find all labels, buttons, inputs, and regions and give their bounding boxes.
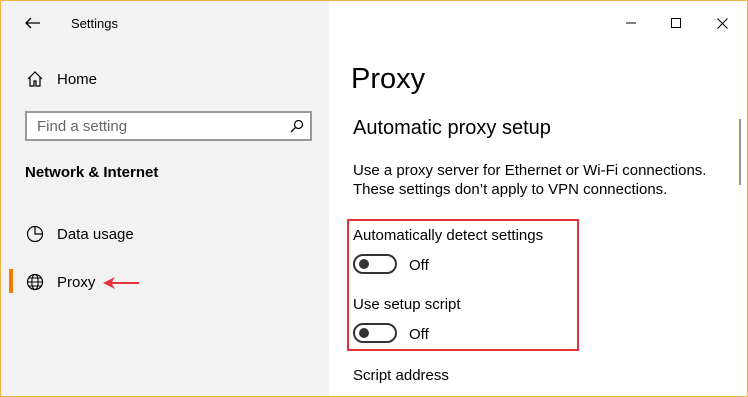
page-title: Proxy bbox=[351, 63, 426, 95]
sidebar-item-data-usage[interactable]: Data usage bbox=[1, 214, 329, 254]
annotation-arrow-icon bbox=[103, 277, 139, 289]
home-icon bbox=[25, 69, 45, 89]
main-panel: Proxy Automatic proxy setup Use a proxy … bbox=[329, 1, 747, 396]
setup-script-state: Off bbox=[409, 326, 429, 343]
close-button[interactable] bbox=[702, 9, 742, 37]
pie-chart-icon bbox=[25, 224, 45, 244]
app-title: Settings bbox=[71, 16, 118, 31]
settings-window: Settings Home Network & Internet bbox=[0, 0, 748, 397]
auto-detect-state: Off bbox=[409, 257, 429, 274]
maximize-icon bbox=[671, 18, 681, 28]
setup-script-toggle[interactable] bbox=[353, 323, 397, 343]
sidebar-item-label: Proxy bbox=[57, 273, 96, 291]
minimize-button[interactable] bbox=[611, 9, 651, 37]
search-box[interactable] bbox=[25, 111, 312, 141]
back-button[interactable] bbox=[15, 9, 51, 37]
description-line: These settings don’t apply to VPN connec… bbox=[353, 181, 668, 198]
section-heading: Network & Internet bbox=[25, 164, 159, 181]
toggle-knob bbox=[359, 259, 369, 269]
sidebar-item-label: Home bbox=[57, 70, 98, 88]
sidebar-item-label: Data usage bbox=[57, 225, 134, 243]
maximize-button[interactable] bbox=[656, 9, 696, 37]
toggle-knob bbox=[359, 328, 369, 338]
auto-detect-toggle[interactable] bbox=[353, 254, 397, 274]
arrow-left-icon bbox=[25, 17, 40, 29]
search-input[interactable] bbox=[37, 117, 277, 135]
minimize-icon bbox=[626, 22, 636, 24]
sidebar-item-home[interactable]: Home bbox=[1, 59, 329, 99]
proxy-description: Use a proxy server for Ethernet or Wi-Fi… bbox=[353, 161, 733, 199]
globe-icon bbox=[25, 272, 45, 292]
setup-script-label: Use setup script bbox=[353, 296, 461, 313]
description-line: Use a proxy server for Ethernet or Wi-Fi… bbox=[353, 162, 707, 179]
sidebar-item-proxy[interactable]: Proxy bbox=[1, 262, 329, 302]
auto-detect-label: Automatically detect settings bbox=[353, 227, 544, 244]
script-address-label: Script address bbox=[353, 367, 449, 384]
close-icon bbox=[716, 17, 728, 29]
section-title: Automatic proxy setup bbox=[353, 117, 551, 139]
sidebar: Settings Home Network & Internet bbox=[1, 1, 329, 396]
scrollbar[interactable] bbox=[739, 119, 741, 185]
search-icon[interactable] bbox=[290, 119, 304, 133]
